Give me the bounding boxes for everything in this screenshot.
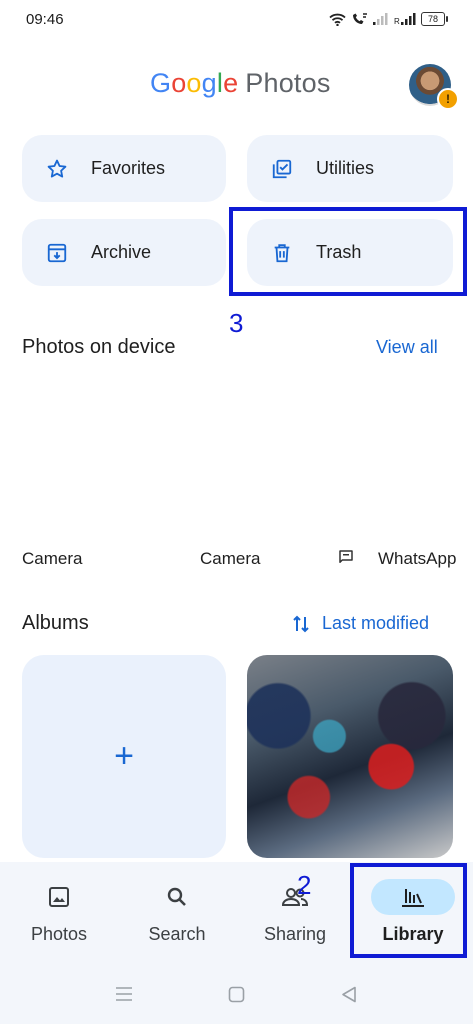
utilities-label: Utilities [316, 158, 375, 178]
sort-label: Last modified [322, 613, 430, 633]
sort-albums-button[interactable]: Last modified [292, 613, 429, 634]
archive-button[interactable]: Archive [22, 219, 226, 286]
menu-icon[interactable] [115, 987, 133, 1001]
photo-icon [27, 879, 91, 915]
utilities-button[interactable]: Utilities [247, 135, 453, 202]
nav-search-label: Search [148, 924, 206, 944]
new-album-button[interactable]: + [22, 655, 226, 858]
signal-icon [373, 13, 388, 25]
nav-search[interactable]: Search [118, 862, 236, 960]
device-folder-camera-2[interactable]: Camera [200, 549, 260, 569]
trash-highlight-box [229, 207, 467, 296]
device-folder-camera[interactable]: Camera [22, 549, 82, 569]
album-thumbnail[interactable] [247, 655, 453, 858]
nav-photos-label: Photos [30, 924, 88, 944]
annotation-marker-3: 3 [229, 308, 244, 338]
archive-label: Archive [91, 242, 152, 262]
favorites-button[interactable]: Favorites [22, 135, 226, 202]
annotation-marker-2: 2 [297, 870, 312, 900]
whatsapp-folder-icon [339, 550, 353, 563]
back-icon[interactable] [341, 986, 357, 1003]
wifi-icon [329, 13, 346, 26]
plus-icon: + [114, 737, 134, 775]
device-folder-whatsapp[interactable]: WhatsApp [378, 549, 456, 569]
google-photos-logo: Go o g l e Photos [150, 68, 331, 98]
system-navigation-bar [0, 960, 473, 1024]
nav-photos[interactable]: Photos [0, 862, 118, 960]
svg-text:R: R [394, 17, 400, 25]
sort-icon [293, 615, 309, 632]
favorites-label: Favorites [91, 158, 166, 178]
utilities-icon [271, 158, 293, 180]
nav-sharing-label: Sharing [263, 924, 327, 944]
archive-icon [46, 242, 68, 264]
library-highlight-box [350, 863, 467, 958]
status-icons: R 78 [329, 12, 448, 26]
star-icon [46, 158, 68, 180]
search-icon [145, 879, 209, 915]
account-warning-badge: ! [437, 88, 459, 110]
people-icon [263, 879, 327, 915]
signal-2-icon: R [394, 13, 416, 25]
battery-icon: 78 [421, 12, 448, 26]
call-icon [353, 12, 367, 24]
status-time: 09:46 [26, 11, 64, 28]
nav-sharing[interactable]: Sharing [236, 862, 354, 960]
view-all-link[interactable]: View all [376, 337, 438, 358]
albums-title: Albums [22, 612, 89, 634]
photos-on-device-title: Photos on device [22, 336, 176, 358]
home-icon[interactable] [228, 986, 245, 1003]
